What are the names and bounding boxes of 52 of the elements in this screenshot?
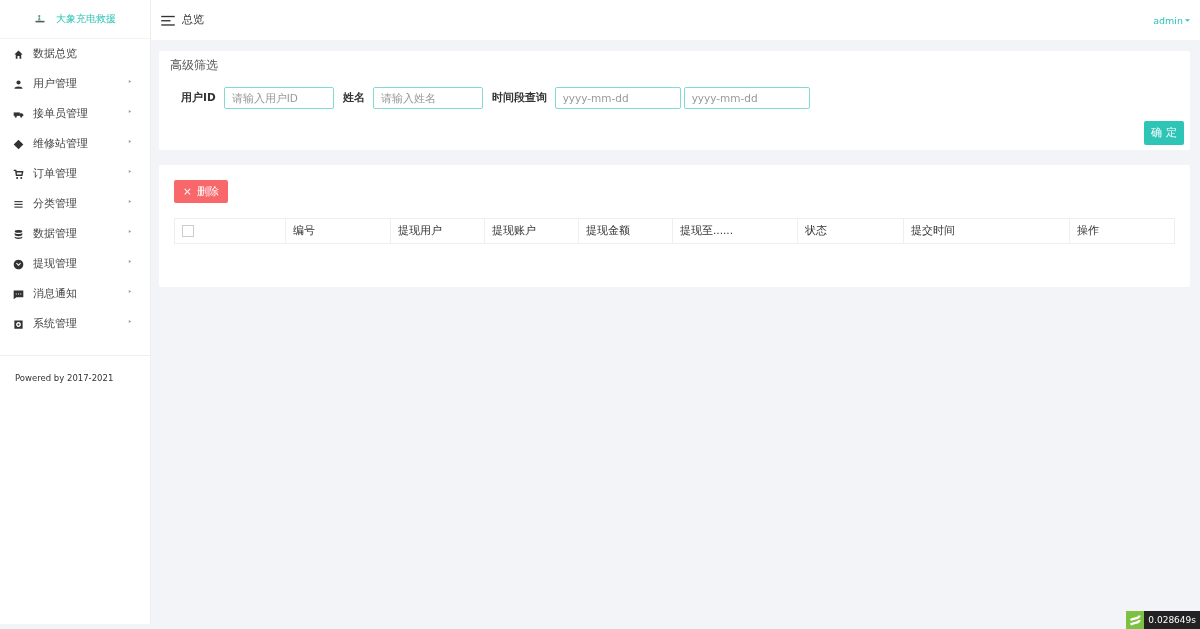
sidebar-item[interactable]: 数据总览	[0, 39, 150, 69]
brand-title: 大象充电救援	[56, 12, 116, 26]
database-icon	[13, 228, 24, 240]
column-header: 提现账户	[485, 219, 579, 243]
column-header: 提现用户	[391, 219, 485, 243]
diamond-icon	[13, 138, 24, 150]
sidebar-item[interactable]: 分类管理	[0, 189, 150, 219]
trace-logo-icon	[1126, 611, 1145, 629]
column-header: 提交时间	[904, 219, 1070, 243]
checkbox[interactable]	[182, 225, 194, 237]
sidebar-item[interactable]: 提现管理	[0, 249, 150, 279]
menu-icon	[161, 14, 175, 26]
field-label: 时间段查询	[491, 91, 547, 105]
input-field[interactable]: 请输入姓名	[372, 87, 483, 109]
field-label: 用户ID	[181, 91, 216, 105]
arrow-icon	[128, 318, 132, 324]
sidebar-item[interactable]: 系统管理	[0, 309, 150, 339]
column-header: 提现金额	[579, 219, 673, 243]
field-label: 姓名	[342, 91, 365, 105]
trace-time: 0.028649s	[1147, 615, 1197, 625]
caret-icon	[1185, 18, 1190, 22]
arrow-icon	[128, 288, 132, 294]
column-header: 编号	[286, 219, 391, 243]
input-field[interactable]: yyyy-mm-dd	[554, 87, 681, 109]
sidebar-item[interactable]: 订单管理	[0, 159, 150, 189]
list-icon	[13, 198, 24, 210]
column-header: 状态	[798, 219, 904, 243]
sidebar-item[interactable]: 消息通知	[0, 279, 150, 309]
home-icon	[13, 48, 24, 60]
footer-text: Powered by 2017-2021	[14, 372, 115, 385]
user-icon	[13, 78, 24, 90]
arrow-icon	[128, 108, 132, 114]
cart-icon	[13, 168, 24, 180]
sidebar-item[interactable]: 数据管理	[0, 219, 150, 249]
gear-icon	[13, 318, 24, 330]
chat-icon	[13, 288, 24, 300]
column-header: 提现至......	[673, 219, 798, 243]
sidebar-item[interactable]: 用户管理	[0, 69, 150, 99]
section-title: 高级筛选	[170, 57, 219, 74]
logo-icon	[34, 13, 46, 25]
arrow-icon	[128, 78, 132, 84]
arrow-icon	[128, 168, 132, 174]
arrow-icon	[128, 228, 132, 234]
arrow-icon	[128, 138, 132, 144]
input-field[interactable]: yyyy-mm-dd	[683, 87, 810, 109]
column-header: 操作	[1076, 223, 1100, 238]
input-field[interactable]: 请输入用户ID	[223, 87, 334, 109]
arrow-icon	[128, 258, 132, 264]
arrow-icon	[128, 198, 132, 204]
page-title: 总览	[182, 13, 205, 27]
sidebar-item[interactable]: 维修站管理	[0, 129, 150, 159]
sidebar-item[interactable]: 接单员管理	[0, 99, 150, 129]
